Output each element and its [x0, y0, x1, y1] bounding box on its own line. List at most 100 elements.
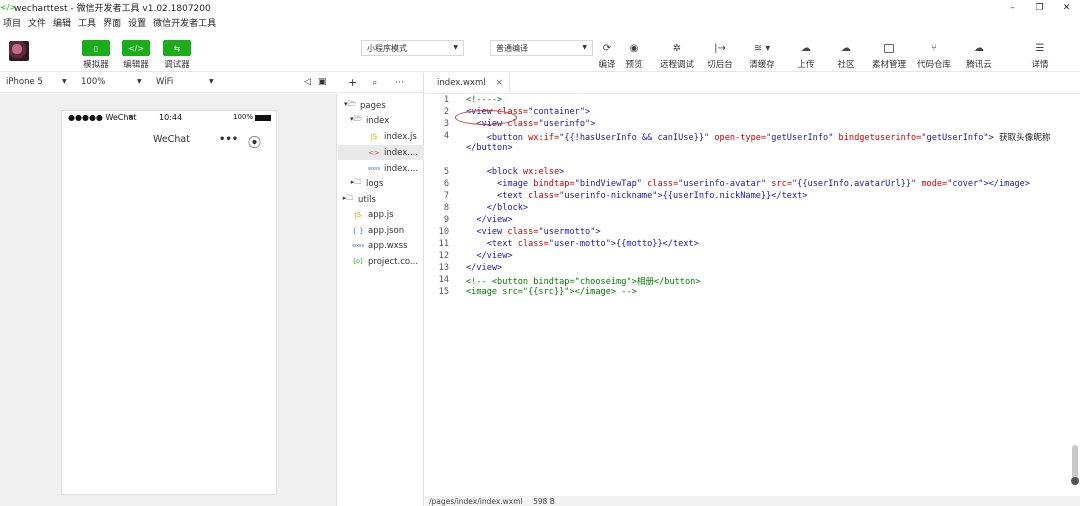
tab-divider	[425, 93, 1080, 94]
line-number: 7	[443, 191, 449, 201]
tree-file-app-js[interactable]: JS app.js	[352, 207, 394, 222]
toolbar: ▯ 模拟器 </> 编辑器 ⇆ 调试器 小程序模式 ▼ 普通编译 ▼ ⟳ 编译 …	[0, 32, 1080, 72]
avatar[interactable]	[9, 41, 29, 61]
json-file-icon: { }	[352, 226, 364, 235]
sound-icon[interactable]: ◁	[304, 77, 311, 87]
community-button[interactable]: ☁ 社区	[826, 39, 866, 71]
upload-button[interactable]: ☁ 上传	[786, 39, 826, 71]
code-line-5: <block wx:else>	[466, 167, 565, 177]
remote-debug-button[interactable]: ✲ 远程调试	[657, 39, 697, 71]
search-icon[interactable]: ⌕	[372, 78, 377, 88]
tree-file-index-wxss[interactable]: wxss index....	[368, 161, 418, 176]
cloud-upload-icon: ☁	[801, 42, 811, 54]
tree-file-index-js[interactable]: JS index.js	[368, 129, 417, 144]
tree-folder-index[interactable]: ▾🗁 index	[350, 113, 389, 128]
maximize-button[interactable]: ❐	[1026, 0, 1053, 15]
simulator-toggle-button[interactable]: ▯	[82, 40, 110, 56]
compile-select[interactable]: 普通编译 ▼	[490, 40, 593, 56]
tree-folder-logs[interactable]: ▸🗀 logs	[350, 176, 384, 191]
wxss-file-icon: wxss	[368, 165, 381, 172]
cloud-icon: ☁	[974, 42, 984, 54]
code-line-15: <image src="{{src}}"></image> -->	[466, 287, 637, 297]
line-number: 3	[443, 119, 449, 129]
simulator-panel: ●●●●● WeChat ≋ 10:44 100% WeChat ••• ⦿	[0, 94, 337, 506]
more-icon[interactable]: •••	[219, 134, 238, 145]
clear-cache-label: 清缓存	[749, 60, 775, 70]
simulator-label: 模拟器	[83, 60, 109, 70]
menu-devtools[interactable]: 微信开发者工具	[153, 16, 216, 29]
vertical-scrollbar[interactable]	[1071, 445, 1079, 485]
bug-icon: ✲	[672, 42, 682, 54]
menu-file[interactable]: 文件	[28, 16, 46, 29]
line-number: 8	[443, 203, 449, 213]
code-line-10: <view class="usermotto">	[466, 227, 601, 237]
debug-icon: ⇆	[173, 43, 181, 53]
more-icon[interactable]: ···	[395, 78, 404, 88]
rotate-icon[interactable]: ▣	[318, 77, 327, 87]
phone-screen: ●●●●● WeChat ≋ 10:44 100% WeChat ••• ⦿	[61, 110, 277, 495]
phone-status-bar: ●●●●● WeChat ≋ 10:44 100%	[62, 111, 276, 125]
close-circle-icon[interactable]: ⦿	[248, 132, 261, 151]
line-number: 9	[443, 215, 449, 225]
tencent-cloud-button[interactable]: ☁ 腾讯云	[959, 39, 999, 71]
js-file-icon: JS	[370, 132, 378, 141]
background-button[interactable]: |→ 切后台	[700, 39, 740, 71]
menu-edit[interactable]: 编辑	[53, 16, 71, 29]
chevron-down-icon: ▼	[453, 44, 458, 51]
tree-file-app-wxss[interactable]: wxss app.wxss	[352, 238, 408, 253]
battery-icon	[255, 115, 271, 121]
tree-folder-pages[interactable]: ▾🗁 pages	[344, 98, 386, 113]
tree-label: app.js	[368, 209, 394, 220]
carrier-label: ●●●●● WeChat	[68, 113, 137, 122]
minimize-button[interactable]: –	[999, 0, 1026, 15]
close-button[interactable]: ✕	[1053, 0, 1080, 15]
asset-manager-button[interactable]: 素材管理	[869, 39, 909, 70]
close-icon[interactable]: ×	[495, 78, 503, 88]
preview-button[interactable]: ◉ 预览	[614, 39, 654, 71]
line-number: 5	[443, 167, 449, 177]
code-line-13: </view>	[466, 263, 503, 273]
line-number: 12	[438, 251, 449, 261]
wifi-icon: ≋	[128, 113, 134, 121]
add-icon[interactable]: +	[348, 76, 357, 89]
phone-nav-bar: WeChat ••• ⦿	[62, 131, 276, 151]
tree-label: pages	[360, 100, 386, 111]
nav-title: WeChat	[153, 134, 190, 145]
editor-toggle-button[interactable]: </>	[122, 40, 150, 56]
details-button[interactable]: ☰ 详情	[1020, 39, 1060, 71]
chat-icon: ☁	[841, 42, 851, 54]
device-select[interactable]: iPhone 5	[6, 77, 43, 87]
compile-select-value: 普通编译	[496, 44, 528, 53]
clear-cache-button[interactable]: ≋ ▾ 清缓存	[742, 39, 782, 71]
menu-project[interactable]: 项目	[3, 16, 21, 29]
code-line-6: <image bindtap="bindViewTap" class="user…	[466, 179, 1031, 189]
tree-file-project-config[interactable]: {o} project.co...	[352, 254, 418, 269]
layers-icon: ≋ ▾	[753, 42, 771, 54]
file-size: 598 B	[533, 497, 555, 506]
chevron-down-icon: ▼	[209, 78, 214, 85]
folder-icon: ▸🗀	[342, 194, 354, 202]
code-editor: index.wxml × 1 2 3 4 5 6 7 8 9 10 11 12 …	[425, 73, 1080, 506]
menu-tools[interactable]: 工具	[78, 16, 96, 29]
window-title: wecharttest - 微信开发者工具 v1.02.1807200	[14, 4, 211, 14]
menu-view[interactable]: 界面	[103, 16, 121, 29]
preview-label: 预览	[625, 60, 643, 70]
eye-icon: ◉	[629, 42, 639, 54]
mode-select[interactable]: 小程序模式 ▼	[361, 40, 464, 56]
tree-file-app-json[interactable]: { } app.json	[352, 223, 404, 238]
network-select[interactable]: WiFi	[156, 77, 173, 87]
folder-open-icon: ▾🗁	[350, 115, 363, 123]
menu-settings[interactable]: 设置	[128, 16, 146, 29]
code-repo-button[interactable]: ⑂ 代码仓库	[914, 39, 954, 71]
folder-open-icon: ▾🗁	[344, 100, 357, 108]
code-line-4: <button wx:if="{{!hasUserInfo && canIUse…	[466, 133, 1051, 143]
zoom-select[interactable]: 100%	[81, 77, 105, 87]
line-number: 14	[438, 275, 449, 285]
tab-index-wxml[interactable]: index.wxml ×	[425, 73, 510, 93]
title-bar: </> wecharttest - 微信开发者工具 v1.02.1807200 …	[0, 0, 1080, 15]
code-line-4-wrap: </button>	[466, 143, 513, 153]
debugger-toggle-button[interactable]: ⇆	[163, 40, 191, 56]
status-bar: /pages/index/index.wxml 598 B	[425, 496, 1080, 506]
tree-folder-utils[interactable]: ▸🗀 utils	[342, 192, 376, 207]
tree-file-index-wxml[interactable]: <> index....	[368, 145, 418, 160]
